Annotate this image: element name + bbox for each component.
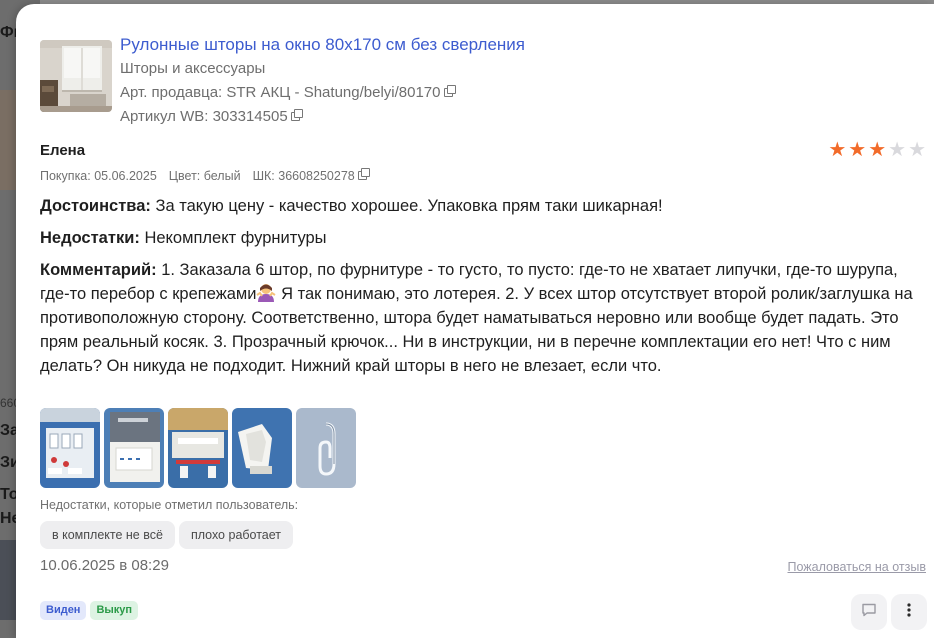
review-photo[interactable] [40, 408, 100, 488]
status-badge: Виден [40, 601, 87, 620]
review-photo[interactable] [168, 408, 228, 488]
cons-tags: в комплекте не всё плохо работает [40, 521, 294, 549]
rating-stars: ★ ★ ★ ★ ★ [828, 140, 926, 160]
comment-label: Комментарий: [40, 261, 157, 279]
star-icon: ★ [868, 139, 887, 161]
product-thumbnail[interactable] [40, 40, 112, 112]
copy-icon[interactable] [443, 85, 456, 97]
product-info: Рулонные шторы на окно 80х170 см без све… [40, 35, 525, 129]
product-title-link[interactable]: Рулонные шторы на окно 80х170 см без све… [120, 33, 525, 57]
cons-tag: плохо работает [178, 521, 294, 549]
more-button[interactable] [891, 594, 927, 630]
review-card: Рулонные шторы на окно 80х170 см без све… [16, 4, 934, 638]
shrug-emoji-icon [256, 282, 277, 302]
review-photos [40, 408, 356, 488]
star-icon: ★ [888, 139, 907, 161]
copy-icon[interactable] [357, 168, 370, 180]
product-color: Цвет: белый [168, 168, 241, 183]
cons-label: Недостатки: [40, 229, 140, 247]
seller-article: Арт. продавца: STR АКЦ - Shatung/belyi/8… [120, 81, 525, 105]
wb-article-text: Артикул WB: 303314505 [120, 108, 288, 125]
copy-icon[interactable] [290, 109, 303, 121]
star-icon: ★ [908, 139, 926, 161]
barcode: ШК: 36608250278 [252, 168, 370, 183]
status-badges: Виден Выкуп [40, 601, 139, 620]
status-badge: Выкуп [90, 601, 139, 620]
review-text: Достоинства: За такую цену - качество хо… [40, 194, 930, 386]
review-date: 10.06.2025 в 08:29 [40, 557, 169, 574]
star-icon: ★ [848, 139, 867, 161]
review-photo[interactable] [104, 408, 164, 488]
cons-text: Некомплект фурнитуры [144, 229, 327, 247]
wb-article: Артикул WB: 303314505 [120, 105, 525, 129]
review-pros: Достоинства: За такую цену - качество хо… [40, 194, 930, 218]
product-category: Шторы и аксессуары [120, 60, 266, 77]
background-image [0, 540, 16, 620]
barcode-text: ШК: 36608250278 [252, 169, 355, 183]
cons-tag: в комплекте не всё [40, 521, 175, 549]
pros-label: Достоинства: [40, 197, 151, 215]
comment-icon [861, 602, 877, 623]
review-author: Елена [40, 142, 86, 159]
complain-link[interactable]: Пожаловаться на отзыв [788, 560, 927, 574]
seller-article-text: Арт. продавца: STR АКЦ - Shatung/belyi/8… [120, 84, 441, 101]
review-comment: Комментарий: 1. Заказала 6 штор, по фурн… [40, 258, 930, 378]
purchase-date: Покупка: 05.06.2025 [40, 168, 157, 183]
review-meta: Покупка: 05.06.2025 Цвет: белый ШК: 3660… [40, 168, 370, 183]
star-icon: ★ [828, 139, 847, 161]
background-image [0, 90, 16, 190]
pros-text: За такую цену - качество хорошее. Упаков… [155, 197, 663, 215]
review-photo[interactable] [232, 408, 292, 488]
cons-tags-title: Недостатки, которые отметил пользователь… [40, 498, 299, 512]
more-vertical-icon [901, 602, 917, 623]
reply-button[interactable] [851, 594, 887, 630]
review-photo[interactable] [296, 408, 356, 488]
review-cons: Недостатки: Некомплект фурнитуры [40, 226, 930, 250]
